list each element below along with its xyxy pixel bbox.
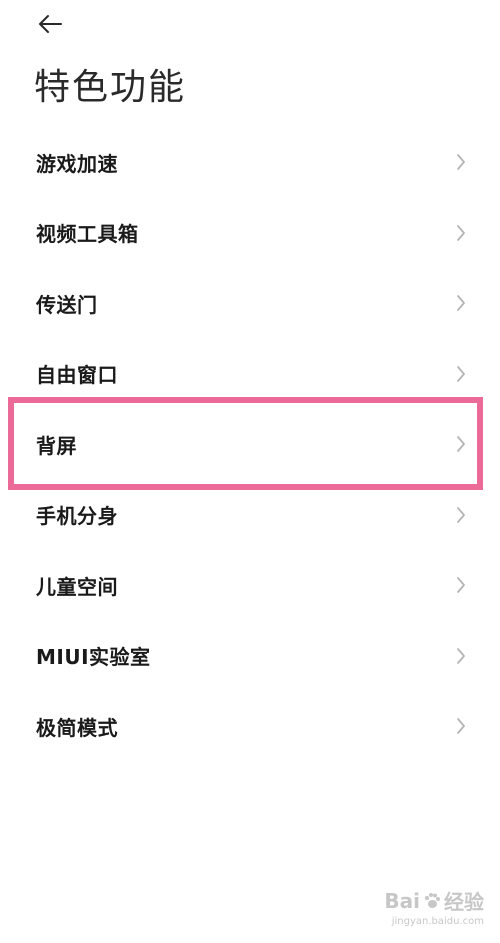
chevron-right-icon xyxy=(456,365,466,383)
menu-item-label: 游戏加速 xyxy=(36,151,118,176)
watermark-logo: Bai 经验 xyxy=(384,886,484,915)
menu-item-portal[interactable]: 传送门 xyxy=(0,268,500,339)
chevron-right-icon xyxy=(456,153,466,171)
menu-item-label: 极简模式 xyxy=(36,715,118,740)
page-title: 特色功能 xyxy=(34,67,187,108)
menu-item-label: 背屏 xyxy=(36,433,77,458)
chevron-right-icon xyxy=(456,224,466,242)
paw-icon xyxy=(425,892,440,908)
feature-menu: 游戏加速 视频工具箱 传送门 自由窗口 背屏 手机分身 儿童空间 MIUI实验室… xyxy=(0,127,500,762)
menu-item-free-window[interactable]: 自由窗口 xyxy=(0,339,500,410)
back-button[interactable] xyxy=(26,4,74,44)
chevron-right-icon xyxy=(456,435,466,453)
watermark-brand-tail: 经验 xyxy=(444,890,484,914)
chevron-right-icon xyxy=(456,576,466,594)
menu-item-kids-space[interactable]: 儿童空间 xyxy=(0,550,500,621)
menu-item-label: 自由窗口 xyxy=(36,363,118,388)
menu-item-label: 传送门 xyxy=(36,292,98,317)
watermark-brand: Bai xyxy=(384,888,420,913)
menu-item-label: 手机分身 xyxy=(36,504,118,529)
arrow-left-icon xyxy=(39,15,62,33)
menu-item-label: 视频工具箱 xyxy=(36,222,139,247)
menu-item-second-space[interactable]: 手机分身 xyxy=(0,480,500,551)
menu-item-label: 儿童空间 xyxy=(36,574,118,599)
watermark-url: jingyan.baidu.com xyxy=(391,916,484,927)
menu-item-video-toolbox[interactable]: 视频工具箱 xyxy=(0,198,500,269)
chevron-right-icon xyxy=(456,506,466,524)
menu-item-minimal-mode[interactable]: 极简模式 xyxy=(0,691,500,762)
chevron-right-icon xyxy=(456,717,466,735)
menu-item-miui-lab[interactable]: MIUI实验室 xyxy=(0,621,500,692)
chevron-right-icon xyxy=(456,294,466,312)
menu-item-game-boost[interactable]: 游戏加速 xyxy=(0,127,500,198)
menu-item-label: MIUI实验室 xyxy=(36,645,151,670)
menu-item-rear-screen[interactable]: 背屏 xyxy=(0,409,500,480)
chevron-right-icon xyxy=(456,647,466,665)
baidu-jingyan-watermark: Bai 经验 jingyan.baidu.com xyxy=(384,886,484,928)
